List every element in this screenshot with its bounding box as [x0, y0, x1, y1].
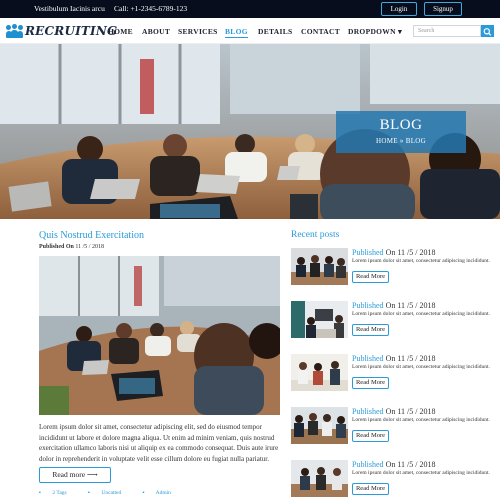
category-link[interactable]: ▪ Uncatted [88, 490, 131, 496]
nav-about[interactable]: ABOUT [142, 27, 170, 36]
recent-post-item: Published On 11 /5 / 2018 Lorem ipsum do… [291, 460, 491, 500]
search-input[interactable]: Search [413, 25, 481, 37]
tags-link[interactable]: ▪ 2 Tags [39, 490, 77, 496]
recent-read-more-button[interactable]: Read More [352, 483, 389, 495]
nav-services[interactable]: SERVICES [178, 27, 218, 36]
recent-date: On 11 /5 / 2018 [385, 354, 436, 363]
recent-description: Lorem ipsum dolor sit amet, consectetur … [352, 364, 490, 370]
search-button[interactable] [481, 25, 494, 37]
recent-description: Lorem ipsum dolor sit amet, consectetur … [352, 258, 490, 264]
nav-contact[interactable]: CONTACT [301, 27, 340, 36]
meeting-photo [291, 407, 348, 444]
recent-date: On 11 /5 / 2018 [385, 248, 436, 257]
recent-published-label: Published [352, 301, 384, 310]
brand-name: RECRUITING [25, 24, 118, 38]
recent-post-thumbnail[interactable] [291, 301, 348, 338]
recent-post-thumbnail[interactable] [291, 460, 348, 497]
office-photo [291, 301, 348, 338]
recent-read-more-button[interactable]: Read More [352, 430, 389, 442]
login-button[interactable]: Login [381, 2, 417, 16]
recent-read-more-button[interactable]: Read More [352, 377, 389, 389]
recent-description: Lorem ipsum dolor sit amet, consectetur … [352, 417, 490, 423]
people-photo [291, 248, 348, 285]
post-body: Lorem ipsum dolor sit amet, consectetur … [39, 423, 279, 463]
recent-published-label: Published [352, 460, 384, 469]
recent-post-item: Published On 11 /5 / 2018 Lorem ipsum do… [291, 354, 491, 398]
recent-post-item: Published On 11 /5 / 2018 Lorem ipsum do… [291, 407, 491, 451]
recent-published-label: Published [352, 248, 384, 257]
main-navbar: RECRUITING HOME ABOUT SERVICES BLOG DETA… [0, 18, 500, 44]
recent-description: Lorem ipsum dolor sit amet, consectetur … [352, 311, 490, 317]
tag-icon: ▪ [39, 490, 41, 496]
top-bar: Vestibulum Iacinis arcu Call: +1-2345-67… [0, 0, 500, 18]
recent-date: On 11 /5 / 2018 [385, 460, 436, 469]
signup-button[interactable]: Signup [424, 2, 462, 16]
recent-post-item: Published On 11 /5 / 2018 Lorem ipsum do… [291, 248, 491, 292]
breadcrumb[interactable]: HOME » BLOG [336, 137, 466, 145]
hero-title: BLOG [379, 117, 423, 133]
recent-posts-heading: Recent posts [291, 230, 340, 240]
people-icon [6, 24, 23, 38]
hero-title-box: BLOG HOME » BLOG [336, 111, 466, 153]
post-meta: Published On 11 /5 / 2018 [39, 244, 104, 250]
nav-dropdown[interactable]: DROPDOWN ▾ [348, 27, 402, 36]
recent-post-item: Published On 11 /5 / 2018 Lorem ipsum do… [291, 301, 491, 345]
author-link[interactable]: ▪ Admin [143, 490, 181, 496]
nav-details[interactable]: DETAILS [258, 27, 292, 36]
read-more-button[interactable]: Read more ⟶ [39, 467, 111, 483]
recent-date: On 11 /5 / 2018 [385, 407, 436, 416]
post-image[interactable] [39, 256, 280, 415]
recent-description: Lorem ipsum dolor sit amet, consectetur … [352, 470, 490, 476]
published-date: 11 /5 / 2018 [75, 244, 104, 250]
group-photo [291, 460, 348, 497]
recent-published-label: Published [352, 354, 384, 363]
recent-post-thumbnail[interactable] [291, 354, 348, 391]
bookmark-icon: ▪ [88, 490, 90, 496]
meeting-photo [39, 256, 280, 415]
team-photo [291, 354, 348, 391]
nav-home[interactable]: HOME [108, 27, 133, 36]
hero-banner: BLOG HOME » BLOG [0, 44, 500, 219]
post-tags: ▪ 2 Tags ▪ Uncatted ▪ Admin [39, 490, 191, 496]
search-icon [483, 28, 492, 36]
recent-read-more-button[interactable]: Read More [352, 271, 389, 283]
post-title[interactable]: Quis Nostrud Exercitation [39, 230, 144, 241]
brand-logo[interactable]: RECRUITING [6, 22, 117, 40]
nav-blog[interactable]: BLOG [225, 27, 248, 38]
top-phone: Call: +1-2345-6789-123 [114, 4, 188, 13]
recent-published-label: Published [352, 407, 384, 416]
recent-post-thumbnail[interactable] [291, 248, 348, 285]
recent-date: On 11 /5 / 2018 [385, 301, 436, 310]
recent-read-more-button[interactable]: Read More [352, 324, 389, 336]
top-tagline: Vestibulum Iacinis arcu [34, 4, 105, 13]
user-icon: ▪ [142, 490, 145, 496]
published-label: Published On [39, 244, 74, 250]
recent-post-thumbnail[interactable] [291, 407, 348, 444]
